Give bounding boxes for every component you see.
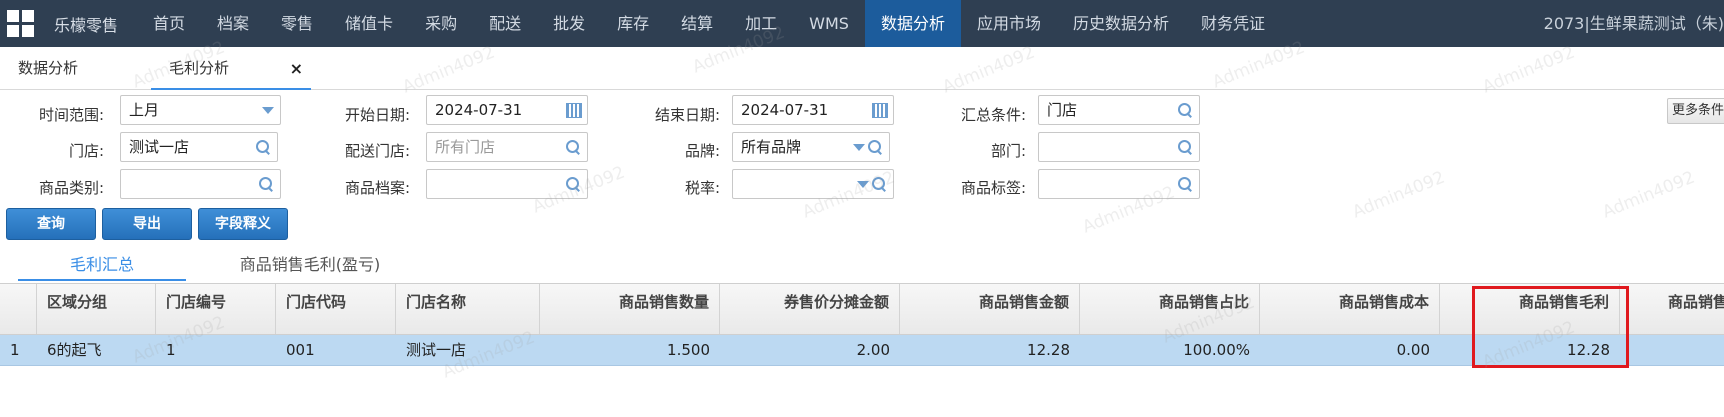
table-cell: 1.500 — [667, 341, 710, 359]
table-cell: 2.00 — [856, 341, 890, 359]
product-archive-input[interactable] — [426, 169, 588, 199]
column-header[interactable]: 门店编号 — [156, 284, 276, 334]
start-date-input[interactable]: 2024-07-31 — [426, 95, 588, 125]
nav-item-archive[interactable]: 档案 — [201, 0, 265, 47]
tab-profit-summary[interactable]: 毛利汇总 — [18, 248, 186, 281]
brand-label: 品牌: — [684, 142, 720, 160]
nav-item-wholesale[interactable]: 批发 — [537, 0, 601, 47]
top-navigation: 乐檬零售 首页 档案 零售 储值卡 采购 配送 批发 库存 结算 加工 WMS … — [0, 0, 1724, 47]
search-icon[interactable] — [565, 139, 581, 155]
search-icon[interactable] — [1177, 102, 1193, 118]
tab-label: 毛利分析 — [169, 59, 230, 77]
end-date-input[interactable]: 2024-07-31 — [732, 95, 894, 125]
nav-item-home[interactable]: 首页 — [137, 0, 201, 47]
time-range-select[interactable]: 上月 — [120, 95, 281, 125]
summary-condition-label: 汇总条件: — [960, 106, 1026, 124]
nav-menu: 首页 档案 零售 储值卡 采购 配送 批发 库存 结算 加工 WMS 数据分析 … — [137, 0, 1281, 47]
query-button[interactable]: 查询 — [6, 208, 96, 240]
table-cell: 100.00% — [1183, 341, 1250, 359]
product-category-input[interactable] — [120, 169, 281, 199]
nav-item-stored-value-card[interactable]: 储值卡 — [329, 0, 409, 47]
brand-name: 乐檬零售 — [54, 15, 119, 35]
export-button[interactable]: 导出 — [102, 208, 192, 240]
column-header[interactable]: 区域分组 — [37, 284, 156, 334]
tab-bar: 数据分析 毛利分析 × — [0, 47, 1724, 90]
nav-item-inventory[interactable]: 库存 — [601, 0, 665, 47]
product-tag-input[interactable] — [1038, 169, 1200, 199]
table-cell: 12.28 — [1027, 341, 1070, 359]
field-definition-button[interactable]: 字段释义 — [198, 208, 288, 240]
row-number-header — [0, 284, 37, 334]
table-cell: 001 — [286, 341, 315, 359]
nav-item-retail[interactable]: 零售 — [265, 0, 329, 47]
chevron-down-icon — [853, 144, 865, 151]
filter-panel: 时间范围: 上月 开始日期: 2024-07-31 结束日期: 2024-07-… — [0, 90, 1724, 205]
table-cell — [1620, 335, 1724, 365]
nav-item-delivery[interactable]: 配送 — [473, 0, 537, 47]
table-cell: 1 — [166, 341, 176, 359]
table-cell: 12.28 — [1567, 341, 1610, 359]
calendar-icon[interactable] — [872, 103, 888, 118]
search-icon[interactable] — [1177, 139, 1193, 155]
table-cell: 6的起飞 — [47, 341, 102, 359]
search-icon[interactable] — [258, 176, 274, 192]
more-conditions-button[interactable]: 更多条件 — [1667, 98, 1724, 124]
column-header[interactable]: 门店代码 — [276, 284, 396, 334]
search-icon[interactable] — [867, 139, 883, 155]
nav-item-app-market[interactable]: 应用市场 — [961, 0, 1057, 47]
search-icon[interactable] — [565, 176, 581, 192]
table-header: 区域分组 门店编号 门店代码 门店名称 商品销售数量 券售价分摊金额 商品销售金… — [0, 283, 1724, 335]
nav-item-wms[interactable]: WMS — [793, 0, 865, 47]
start-date-label: 开始日期: — [344, 106, 410, 124]
nav-item-history-analysis[interactable]: 历史数据分析 — [1057, 0, 1185, 47]
column-header[interactable]: 商品销售金额 — [900, 284, 1080, 334]
nav-item-purchase[interactable]: 采购 — [409, 0, 473, 47]
calendar-icon[interactable] — [566, 103, 582, 118]
search-icon[interactable] — [1177, 176, 1193, 192]
column-header[interactable]: 门店名称 — [396, 284, 540, 334]
nav-item-data-analysis[interactable]: 数据分析 — [864, 0, 961, 47]
end-date-label: 结束日期: — [654, 106, 720, 124]
column-header[interactable]: 商品销售成本 — [1260, 284, 1440, 334]
product-tag-label: 商品标签: — [960, 179, 1026, 197]
row-number: 1 — [10, 341, 20, 359]
tax-rate-label: 税率: — [684, 179, 720, 197]
app-grid-icon[interactable] — [0, 0, 40, 47]
chevron-down-icon — [262, 107, 274, 114]
department-label: 部门: — [990, 142, 1026, 160]
table-row[interactable]: 1 6的起飞 1 001 测试一店 1.500 2.00 12.28 100.0… — [0, 335, 1724, 366]
summary-condition-input[interactable]: 门店 — [1038, 95, 1200, 125]
tax-rate-select[interactable] — [732, 169, 894, 199]
report-tabs: 毛利汇总 商品销售毛利(盈亏) — [0, 248, 1724, 282]
table-cell: 0.00 — [1396, 341, 1430, 359]
store-input[interactable]: 测试一店 — [120, 132, 278, 162]
store-label: 门店: — [68, 142, 104, 160]
nav-item-finance-voucher[interactable]: 财务凭证 — [1185, 0, 1281, 47]
column-header[interactable]: 商品销售 — [1620, 284, 1724, 334]
chevron-down-icon — [857, 181, 869, 188]
close-icon[interactable]: × — [290, 47, 303, 90]
product-category-label: 商品类别: — [38, 179, 104, 197]
nav-item-settlement[interactable]: 结算 — [665, 0, 729, 47]
tab-data-analysis[interactable]: 数据分析 — [18, 47, 78, 90]
time-range-label: 时间范围: — [38, 106, 104, 124]
table-cell: 测试一店 — [406, 341, 467, 359]
tab-product-sales-profit[interactable]: 商品销售毛利(盈亏) — [220, 248, 400, 281]
column-header[interactable]: 商品销售数量 — [540, 284, 720, 334]
tab-profit-analysis[interactable]: 毛利分析 × — [151, 47, 311, 90]
delivery-store-input[interactable]: 所有门店 — [426, 132, 588, 162]
nav-item-processing[interactable]: 加工 — [729, 0, 793, 47]
column-header[interactable]: 商品销售占比 — [1080, 284, 1260, 334]
column-header[interactable]: 商品销售毛利 — [1440, 284, 1620, 334]
delivery-store-label: 配送门店: — [344, 142, 410, 160]
column-header[interactable]: 券售价分摊金额 — [720, 284, 900, 334]
user-account[interactable]: 2073|生鲜果蔬测试（朱) — [1544, 0, 1724, 47]
search-icon[interactable] — [255, 139, 271, 155]
department-input[interactable] — [1038, 132, 1200, 162]
product-archive-label: 商品档案: — [344, 179, 410, 197]
search-icon[interactable] — [871, 176, 887, 192]
brand-select[interactable]: 所有品牌 — [732, 132, 890, 162]
